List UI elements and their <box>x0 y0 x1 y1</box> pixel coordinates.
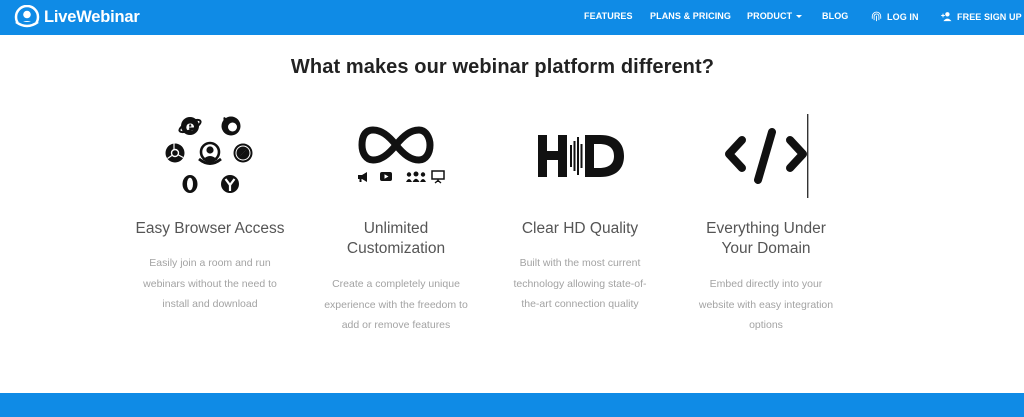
brand-name: LiveWebinar <box>44 7 140 26</box>
nav-blog[interactable]: BLOG <box>822 11 848 21</box>
desc-line: add or remove features <box>341 319 451 331</box>
desc-line: options <box>749 319 783 331</box>
add-user-icon <box>941 12 952 22</box>
video-play-icon <box>380 172 392 181</box>
nav-login-label: LOG IN <box>887 11 919 22</box>
users-icon <box>406 171 426 182</box>
desc-line: technology allowing state-of- <box>513 277 647 290</box>
fingerprint-icon <box>871 11 882 22</box>
top-navbar: LiveWebinar FEATURES PLANS & PRICING PRO… <box>0 0 1024 35</box>
nav-product[interactable]: PRODUCT <box>747 11 803 21</box>
desc-line: the-art connection quality <box>521 298 639 310</box>
title-line: Everything Under <box>706 220 826 237</box>
nav-features[interactable]: FEATURES <box>584 11 633 21</box>
webinar-logo-icon <box>14 5 40 29</box>
desc-line: experience with the freedom to <box>324 298 468 311</box>
chevron-down-icon <box>796 14 803 18</box>
section-headline: What makes our webinar platform differen… <box>290 56 715 78</box>
desc-line: Easily join a room and run <box>149 257 271 269</box>
desc-line: website with easy integration <box>698 298 834 311</box>
nav-free-signup[interactable]: FREE SIGN UP <box>941 11 1022 22</box>
title-line: Your Domain <box>721 240 811 257</box>
infinity-icon <box>358 126 445 184</box>
nav-login[interactable]: LOG IN <box>871 11 919 22</box>
desc-line: Create a completely unique <box>332 278 460 290</box>
hd-icon <box>538 135 624 177</box>
feature-title: Easy Browser Access <box>135 220 285 237</box>
nav-plans-pricing[interactable]: PLANS & PRICING <box>650 11 731 21</box>
megaphone-icon <box>358 172 367 182</box>
feature-title: Clear HD Quality <box>521 220 639 237</box>
desc-line: webinars without the need to <box>143 277 277 290</box>
title-line: Customization <box>346 240 446 257</box>
feature-description: Easily join a room and run webinars with… <box>120 253 300 315</box>
feature-title: Unlimited Customization <box>306 219 486 259</box>
desc-line: install and download <box>162 298 258 310</box>
nav-free-signup-label: FREE SIGN UP <box>957 11 1022 22</box>
feature-description: Embed directly into your website with ea… <box>676 274 856 336</box>
feature-title: Everything Under Your Domain <box>676 219 856 259</box>
feature-description: Built with the most current technology a… <box>490 253 670 315</box>
nav-product-label: PRODUCT <box>747 11 793 21</box>
desc-line: Built with the most current <box>519 257 641 269</box>
footer-band <box>0 393 1024 417</box>
desc-line: Embed directly into your <box>709 278 823 290</box>
presentation-icon <box>431 170 445 184</box>
code-icon <box>725 114 809 198</box>
browsers-icon: e <box>165 116 253 193</box>
feature-description: Create a completely unique experience wi… <box>306 274 486 336</box>
title-line: Unlimited <box>363 220 429 237</box>
brand-logo[interactable]: LiveWebinar <box>14 5 140 29</box>
